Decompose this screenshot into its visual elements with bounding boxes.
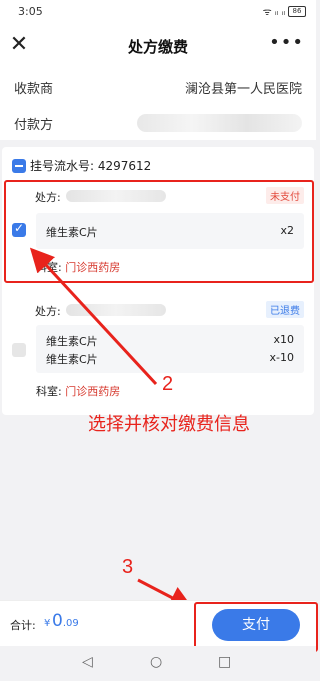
recent-apps-icon[interactable]: □	[218, 654, 231, 670]
home-icon[interactable]: ○	[150, 654, 162, 670]
system-nav-bar: ◁ ○ □	[0, 646, 316, 681]
annotation-step2-text: 选择并核对缴费信息	[88, 414, 250, 435]
total-currency: ¥	[44, 618, 51, 629]
annotation-step2-number: 2	[162, 373, 174, 395]
back-icon[interactable]: ◁	[82, 654, 93, 670]
arrow-step2	[29, 247, 158, 386]
total-amount: 0.09	[52, 611, 79, 631]
annotation-arrows	[29, 247, 194, 609]
annotation-box-step3	[194, 602, 318, 652]
total-label: 合计:	[10, 619, 36, 632]
annotation-step3-number: 3	[122, 556, 134, 578]
